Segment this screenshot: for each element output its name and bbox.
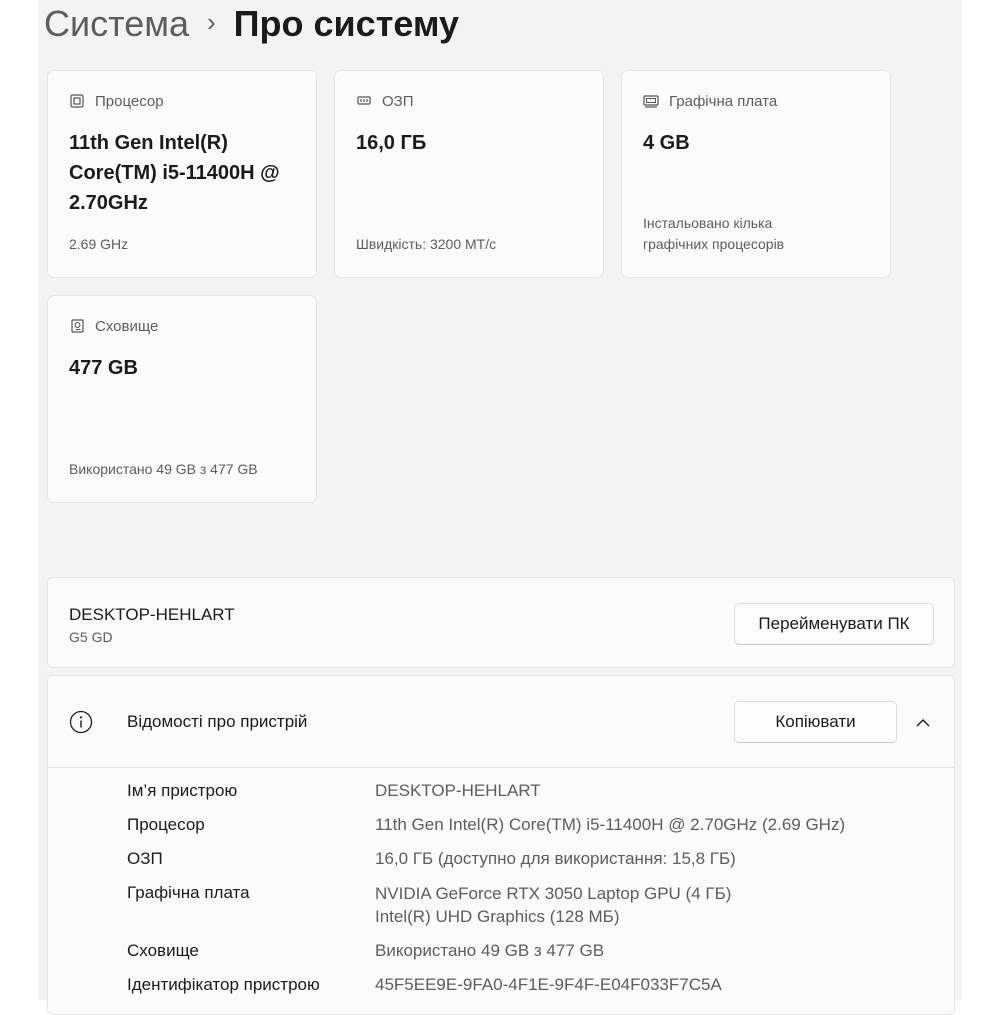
breadcrumb: Система › Про систему: [44, 0, 459, 48]
cpu-speed: 2.69 GHz: [69, 236, 129, 252]
device-specifications-list: Ім’я пристрою DESKTOP-HEHLART Процесор 1…: [127, 780, 927, 1008]
device-name-card: DESKTOP-HEHLART G5 GD Перейменувати ПК: [47, 577, 955, 668]
spec-row-ram: ОЗП 16,0 ГБ (доступно для використання: …: [127, 849, 736, 868]
gpu-note: Інстальовано кілька графічних процесорів: [643, 215, 785, 252]
storage-usage: Використано 49 GB з 477 GB: [69, 461, 258, 477]
settings-page: Система › Про систему Процесор 11th Gen …: [38, 0, 962, 1015]
ram-card: ОЗП 16,0 ГБ Швидкість: 3200 МТ/с: [334, 70, 604, 278]
device-specifications-card: Відомості про пристрій Копіювати Ім’я пр…: [47, 675, 955, 1015]
device-model: G5 GD: [69, 629, 113, 645]
gpu-value: 4 GB: [643, 132, 690, 154]
breadcrumb-parent[interactable]: Система: [44, 3, 189, 45]
cpu-card: Процесор 11th Gen Intel(R) Core(TM) i5-1…: [47, 70, 317, 278]
gpu-icon: [643, 93, 659, 109]
cpu-value: 11th Gen Intel(R) Core(TM) i5-11400H @ 2…: [69, 132, 280, 214]
cpu-label: Процесор: [95, 92, 164, 110]
device-specifications-title: Відомості про пристрій: [127, 712, 308, 731]
ram-speed: Швидкість: 3200 МТ/с: [356, 236, 497, 252]
page-title: Про систему: [233, 3, 460, 44]
ram-icon: [356, 93, 372, 109]
spec-row-processor: Процесор 11th Gen Intel(R) Core(TM) i5-1…: [127, 815, 846, 834]
spec-row-device-id: Ідентифікатор пристрою 45F5EE9E-9FA0-4F1…: [127, 975, 722, 994]
device-specifications-header[interactable]: Відомості про пристрій Копіювати: [48, 676, 954, 768]
spec-row-graphics: Графічна плата NVIDIA GeForce RTX 3050 L…: [127, 883, 732, 926]
spec-row-storage: Сховище Використано 49 GB з 477 GB: [127, 941, 605, 960]
storage-icon: [69, 318, 85, 334]
copy-button[interactable]: Копіювати: [734, 701, 897, 743]
spec-row-device-name: Ім’я пристрою DESKTOP-HEHLART: [127, 781, 541, 800]
ram-value: 16,0 ГБ: [356, 132, 427, 154]
ram-label: ОЗП: [382, 92, 414, 110]
info-icon: [69, 710, 93, 734]
gpu-label: Графічна плата: [669, 92, 778, 110]
breadcrumb-separator-icon: ›: [206, 6, 216, 37]
storage-value: 477 GB: [69, 357, 138, 379]
device-name: DESKTOP-HEHLART: [69, 605, 235, 624]
cpu-icon: [69, 93, 85, 109]
gpu-card: Графічна плата 4 GB Інстальовано кілька …: [621, 70, 891, 278]
chevron-up-icon[interactable]: [914, 714, 932, 732]
storage-label: Сховище: [95, 317, 159, 335]
storage-card: Сховище 477 GB Використано 49 GB з 477 G…: [47, 295, 317, 503]
rename-pc-button[interactable]: Перейменувати ПК: [734, 603, 934, 645]
